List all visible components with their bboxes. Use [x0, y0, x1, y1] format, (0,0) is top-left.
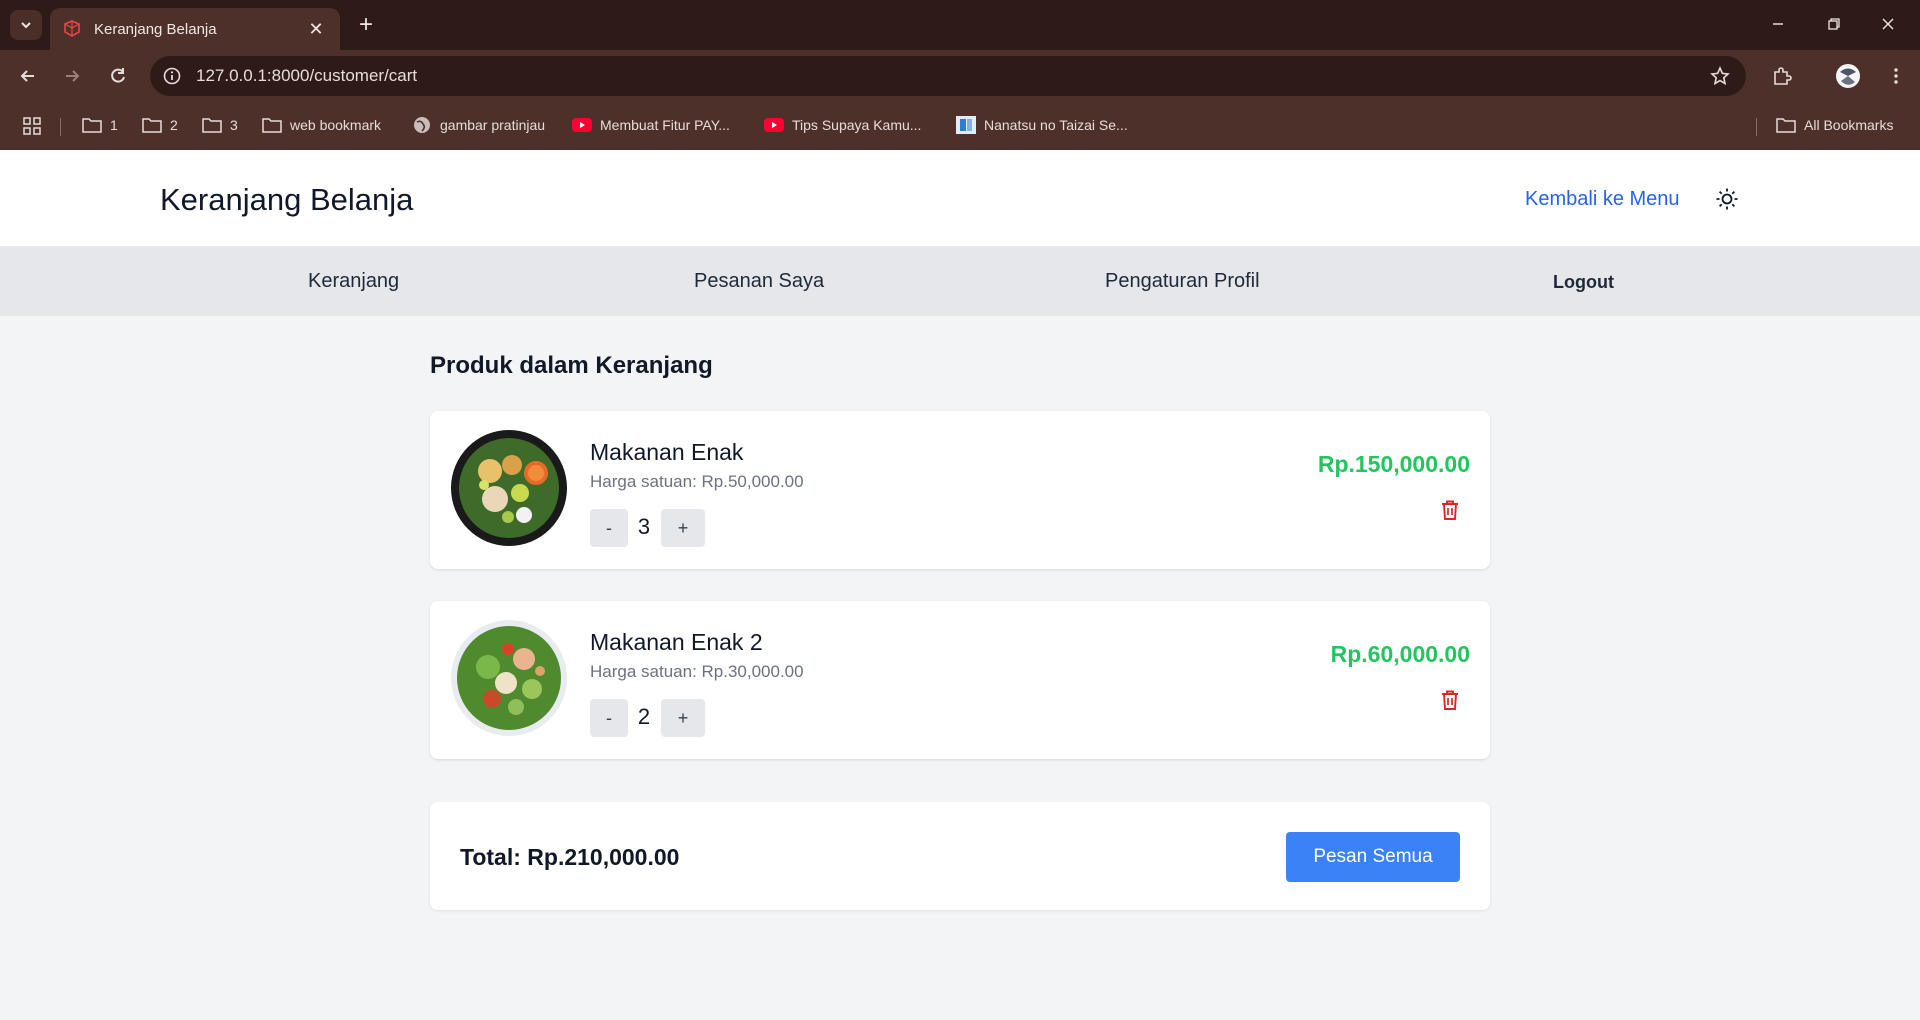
- decrease-qty-button[interactable]: -: [590, 699, 628, 737]
- cart-item: Makanan Enak Harga satuan: Rp.50,000.00 …: [430, 411, 1490, 569]
- folder-icon: [262, 116, 282, 134]
- bookmark-label: Nanatsu no Taizai Se...: [984, 117, 1128, 133]
- section-title: Produk dalam Keranjang: [430, 352, 713, 379]
- bookmark-youtube-1[interactable]: Membuat Fitur PAY...: [572, 116, 730, 134]
- folder-icon: [82, 116, 102, 134]
- back-to-menu-link[interactable]: Kembali ke Menu: [1525, 188, 1680, 211]
- bookmark-folder-1[interactable]: 1: [82, 116, 118, 134]
- quantity-value: 3: [637, 514, 651, 539]
- tab-title: Keranjang Belanja: [94, 20, 217, 38]
- youtube-icon: [572, 116, 592, 134]
- bookmark-nanatsu[interactable]: Nanatsu no Taizai Se...: [956, 116, 1128, 134]
- bookmark-label: web bookmark: [290, 117, 382, 133]
- tab-search-button[interactable]: [10, 10, 42, 40]
- trash-icon[interactable]: [1438, 497, 1462, 523]
- bookmark-folder-web[interactable]: web bookmark: [262, 116, 381, 134]
- nav-keranjang[interactable]: Keranjang: [308, 270, 399, 293]
- page-title: Keranjang Belanja: [160, 182, 414, 217]
- page-content: Keranjang Belanja Kembali ke Menu Keranj…: [0, 150, 1920, 1020]
- browser-toolbar: 127.0.0.1:8000/customer/cart: [0, 50, 1920, 102]
- profile-avatar-icon[interactable]: [1832, 60, 1864, 92]
- item-name: Makanan Enak: [590, 439, 744, 465]
- sun-icon[interactable]: [1714, 186, 1740, 212]
- extensions-icon[interactable]: [1766, 60, 1798, 92]
- quantity-value: 2: [637, 704, 651, 729]
- more-menu-icon[interactable]: [1880, 60, 1912, 92]
- globe-icon: [412, 116, 432, 134]
- bookmark-folder-3[interactable]: 3: [202, 116, 238, 134]
- bookmark-separator: [60, 118, 61, 136]
- close-tab-icon[interactable]: ✕: [304, 19, 328, 40]
- nav-logout[interactable]: Logout: [1553, 272, 1614, 293]
- app-header: Keranjang Belanja Kembali ke Menu: [0, 150, 1920, 246]
- reload-icon[interactable]: [102, 60, 134, 92]
- close-window-icon[interactable]: [1868, 8, 1908, 40]
- browser-tab[interactable]: Keranjang Belanja ✕: [50, 8, 340, 50]
- all-bookmarks-label: All Bookmarks: [1804, 117, 1894, 133]
- folder-icon: [1776, 116, 1796, 134]
- bookmark-star-icon[interactable]: [1708, 64, 1732, 88]
- address-bar[interactable]: 127.0.0.1:8000/customer/cart: [150, 56, 1746, 96]
- restore-icon[interactable]: [1814, 8, 1854, 40]
- item-unit-price: Harga satuan: Rp.30,000.00: [590, 662, 804, 681]
- trash-icon[interactable]: [1438, 687, 1462, 713]
- new-tab-icon[interactable]: +: [352, 12, 380, 40]
- increase-qty-button[interactable]: +: [661, 699, 705, 737]
- folder-icon: [202, 116, 222, 134]
- bookmark-label: gambar pratinjau: [440, 117, 546, 133]
- browser-tabbar: Keranjang Belanja ✕ +: [0, 0, 1920, 50]
- minimize-icon[interactable]: [1758, 8, 1798, 40]
- increase-qty-button[interactable]: +: [661, 509, 705, 547]
- item-subtotal: Rp.150,000.00: [1317, 451, 1470, 477]
- folder-icon: [142, 116, 162, 134]
- back-arrow-icon[interactable]: [12, 60, 44, 92]
- bookmark-label: 3: [230, 117, 238, 133]
- bookmark-label: Membuat Fitur PAY...: [600, 117, 730, 133]
- sub-navigation: Keranjang Pesanan Saya Pengaturan Profil…: [0, 246, 1920, 316]
- bookmarks-bar: 1 2 3 web bookmark gambar pratinjau Memb…: [0, 102, 1920, 150]
- item-name: Makanan Enak 2: [590, 629, 763, 655]
- food-image: [450, 429, 568, 547]
- food-image: [450, 619, 568, 737]
- decrease-qty-button[interactable]: -: [590, 509, 628, 547]
- item-subtotal: Rp.60,000.00: [1330, 641, 1470, 667]
- forward-arrow-icon[interactable]: [56, 60, 88, 92]
- cart-total-card: Total: Rp.210,000.00 Pesan Semua: [430, 802, 1490, 910]
- bookmark-folder-2[interactable]: 2: [142, 116, 178, 134]
- site-icon: [956, 116, 976, 134]
- bookmark-label: Tips Supaya Kamu...: [792, 117, 922, 133]
- bookmark-gambar[interactable]: gambar pratinjau: [412, 116, 545, 134]
- cart-item: Makanan Enak 2 Harga satuan: Rp.30,000.0…: [430, 601, 1490, 759]
- youtube-icon: [764, 116, 784, 134]
- url-text: 127.0.0.1:8000/customer/cart: [196, 66, 418, 85]
- bookmark-label: 2: [170, 117, 178, 133]
- order-all-button[interactable]: Pesan Semua: [1286, 832, 1460, 882]
- all-bookmarks[interactable]: All Bookmarks: [1776, 116, 1893, 134]
- laravel-icon: [62, 19, 82, 39]
- site-info-icon[interactable]: [160, 64, 184, 88]
- bookmark-label: 1: [110, 117, 118, 133]
- bookmark-youtube-2[interactable]: Tips Supaya Kamu...: [764, 116, 921, 134]
- bookmark-separator: [1756, 118, 1757, 136]
- nav-pengaturan-profil[interactable]: Pengaturan Profil: [1105, 270, 1260, 293]
- nav-pesanan-saya[interactable]: Pesanan Saya: [694, 270, 824, 293]
- chevron-down-icon: [21, 22, 31, 29]
- apps-grid-icon[interactable]: [22, 116, 42, 136]
- cart-total: Total: Rp.210,000.00: [460, 844, 680, 870]
- item-unit-price: Harga satuan: Rp.50,000.00: [590, 472, 804, 491]
